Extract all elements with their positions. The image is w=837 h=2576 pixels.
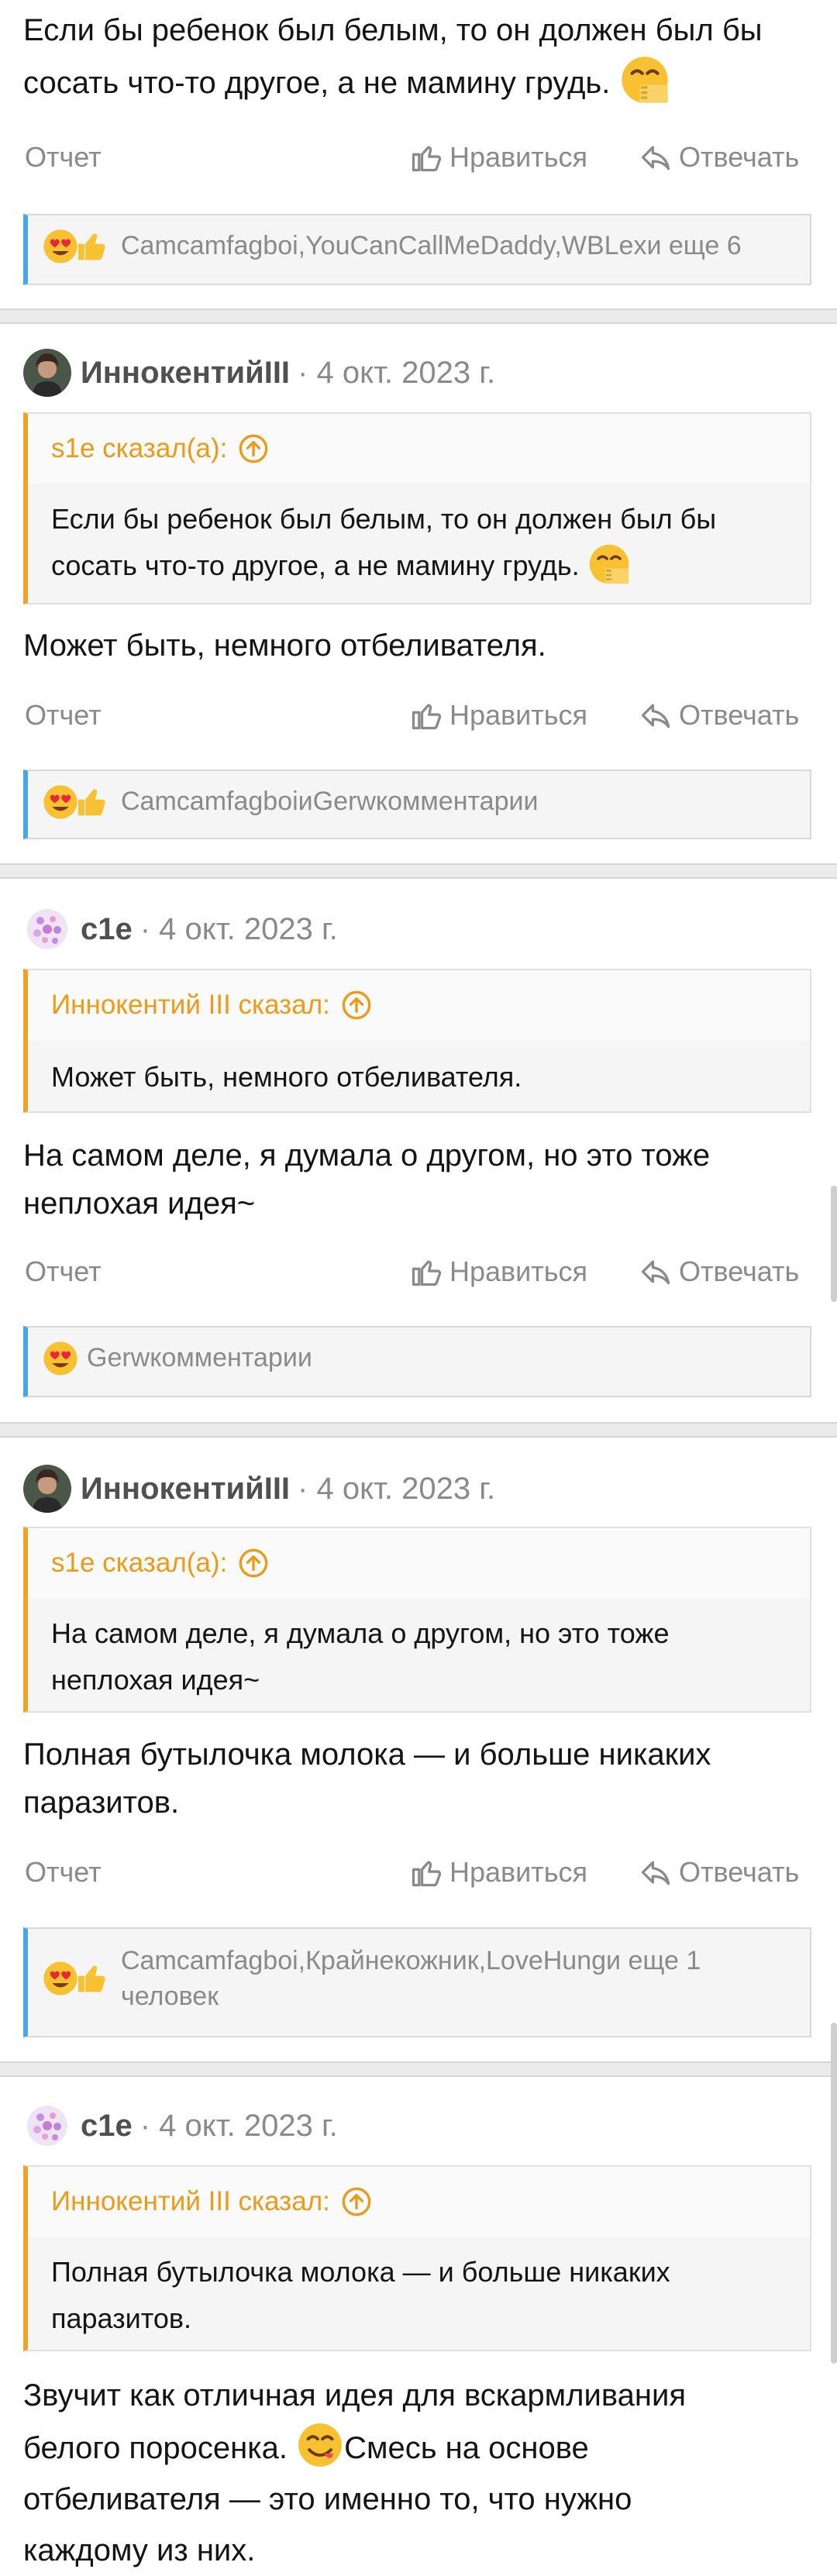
thumbs-up-emoji-icon [73, 228, 108, 263]
post-actions: Отчет Нравиться Отвечать [0, 1849, 837, 1896]
like-button[interactable]: Нравиться [409, 1248, 587, 1295]
heart-eyes-emoji-icon [42, 1340, 79, 1377]
scrollbar-thumb[interactable] [831, 1186, 837, 1302]
report-button[interactable]: Отчет [25, 134, 102, 181]
quote-block: Иннокентий III сказал: Полная бутылочка … [23, 2165, 811, 2351]
post-body: Может быть, немного отбеливателя. [23, 629, 546, 663]
reply-icon [639, 698, 673, 732]
reactions-bar[interactable]: Gerwкомментарии [23, 1326, 811, 1397]
post-actions: Отчет Нравиться Отвечать [0, 692, 837, 739]
quote-block: s1e сказал(а): На самом деле, я думала о… [23, 1527, 811, 1713]
quote-body: Может быть, немного отбеливателя. [51, 1061, 522, 1093]
post-author: c1e · 4 окт. 2023 г. [23, 2099, 338, 2153]
reply-button[interactable]: Отвечать [639, 134, 799, 181]
like-button[interactable]: Нравиться [409, 1849, 587, 1896]
avatar[interactable] [23, 349, 71, 397]
giggle-emoji-icon [619, 54, 670, 105]
avatar[interactable] [23, 2102, 71, 2150]
author-name[interactable]: c1e [81, 2109, 133, 2144]
like-icon [409, 140, 443, 174]
report-button[interactable]: Отчет [25, 692, 102, 739]
post-date[interactable]: · 4 окт. 2023 г. [298, 1472, 495, 1507]
reactions-text[interactable]: CamcamfagboiиGerwкомментарии [121, 783, 794, 819]
reactions-text[interactable]: Gerwкомментарии [87, 1340, 794, 1376]
report-button[interactable]: Отчет [25, 1849, 102, 1896]
reactions-text[interactable]: Camcamfagboi,YouCanCallMeDaddy,WBLexи ещ… [121, 228, 794, 263]
post-date[interactable]: · 4 окт. 2023 г. [298, 356, 495, 391]
reactions-text[interactable]: Camcamfagboi,Крайнекожник,LoveHungи еще … [121, 1943, 794, 2014]
quote-header[interactable]: s1e сказал(а): [28, 414, 810, 484]
reply-icon [639, 140, 673, 174]
post-author: ИннокентийIII · 4 окт. 2023 г. [23, 1462, 495, 1516]
jump-to-quote-icon[interactable] [238, 433, 269, 464]
author-name[interactable]: ИннокентийIII [81, 1472, 290, 1507]
post-date[interactable]: · 4 окт. 2023 г. [140, 912, 338, 947]
thumbs-up-emoji-icon [73, 1960, 108, 1996]
post-separator [0, 863, 837, 879]
like-icon [409, 698, 443, 732]
quote-header[interactable]: Иннокентий III сказал: [28, 2167, 810, 2237]
quote-body: На самом деле, я думала о другом, но это… [51, 1617, 670, 1696]
like-button[interactable]: Нравиться [409, 134, 587, 181]
reply-icon [639, 1855, 673, 1889]
reply-button[interactable]: Отвечать [639, 1248, 799, 1295]
post-actions: Отчет Нравиться Отвечать [0, 1248, 837, 1295]
quote-body: Полная бутылочка молока — и больше никак… [51, 2256, 670, 2334]
thumbs-up-emoji-icon [73, 783, 108, 819]
reactions-bar[interactable]: CamcamfagboiиGerwкомментарии [23, 770, 811, 839]
quote-block: Иннокентий III сказал: Может быть, немно… [23, 969, 811, 1113]
quote-header[interactable]: s1e сказал(а): [28, 1528, 810, 1598]
reactions-bar[interactable]: Camcamfagboi,Крайнекожник,LoveHungи еще … [23, 1927, 811, 2037]
jump-to-quote-icon[interactable] [341, 2186, 372, 2217]
like-icon [409, 1855, 443, 1889]
post-body: На самом деле, я думала о другом, но это… [23, 1138, 711, 1221]
post-separator [0, 1422, 837, 1438]
quote-block: s1e сказал(а): Если бы ребенок был белым… [23, 412, 811, 604]
post-separator [0, 2061, 837, 2077]
post-separator [0, 308, 837, 324]
quote-header[interactable]: Иннокентий III сказал: [28, 970, 810, 1040]
avatar[interactable] [23, 905, 71, 953]
reply-button[interactable]: Отвечать [639, 692, 799, 739]
report-button[interactable]: Отчет [25, 1248, 102, 1295]
post-date[interactable]: · 4 окт. 2023 г. [140, 2109, 338, 2144]
post-actions: Отчет Нравиться Отвечать [0, 134, 837, 181]
like-icon [409, 1255, 443, 1289]
scrollbar-thumb[interactable] [831, 2023, 837, 2364]
quote-body: Если бы ребенок был белым, то он должен … [51, 496, 787, 589]
post-body: Полная бутылочка молока — и больше никак… [23, 1737, 711, 1820]
post-author: ИннокентийIII · 4 окт. 2023 г. [23, 346, 495, 400]
author-name[interactable]: c1e [81, 912, 133, 947]
jump-to-quote-icon[interactable] [238, 1548, 269, 1579]
reply-icon [639, 1255, 673, 1289]
post-author: c1e · 4 окт. 2023 г. [23, 902, 338, 956]
reactions-bar[interactable]: Camcamfagboi,YouCanCallMeDaddy,WBLexи ещ… [23, 214, 811, 285]
yum-emoji-icon [296, 2421, 344, 2469]
author-name[interactable]: ИннокентийIII [81, 356, 290, 391]
post-body: Звучит как отличная идея для вскармливан… [23, 2378, 686, 2567]
post-body: Если бы ребенок был белым, то он должен … [23, 6, 806, 107]
avatar[interactable] [23, 1465, 71, 1513]
like-button[interactable]: Нравиться [409, 692, 587, 739]
giggle-emoji-icon [587, 542, 631, 586]
reply-button[interactable]: Отвечать [639, 1849, 799, 1896]
jump-to-quote-icon[interactable] [341, 990, 372, 1021]
